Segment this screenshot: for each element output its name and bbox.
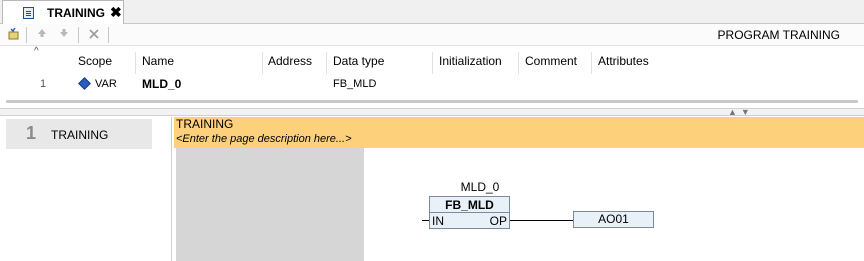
splitter-arrows-icon[interactable]: ▲▼ <box>728 107 754 117</box>
page-outline: 1 TRAINING <box>0 117 172 261</box>
column-header-data-type[interactable]: Data type <box>333 54 384 68</box>
input-wire[interactable] <box>422 220 429 221</box>
column-divider[interactable] <box>326 52 327 74</box>
fb-input-pin[interactable]: IN <box>432 214 444 228</box>
tab-title: TRAINING <box>47 6 105 20</box>
column-header-comment[interactable]: Comment <box>525 54 577 68</box>
page-name: TRAINING <box>51 128 109 142</box>
program-icon <box>23 7 34 19</box>
close-icon[interactable]: ✖ <box>110 4 122 20</box>
delete-icon[interactable] <box>86 27 102 43</box>
output-wire[interactable] <box>510 220 573 221</box>
horizontal-scrollbar[interactable] <box>6 100 858 103</box>
row-name[interactable]: MLD_0 <box>142 77 181 91</box>
move-up-icon[interactable] <box>34 27 50 43</box>
toolbar-separator <box>78 27 79 43</box>
move-down-icon[interactable] <box>56 27 72 43</box>
row-number: 1 <box>40 78 47 90</box>
sort-indicator[interactable]: ^ <box>34 46 39 57</box>
column-header-attributes[interactable]: Attributes <box>598 54 649 68</box>
page-title[interactable]: TRAINING <box>176 117 233 131</box>
tab-training[interactable]: TRAINING ✖ <box>2 0 124 24</box>
output-variable[interactable]: AO01 <box>573 211 654 228</box>
fb-type-name: FB_MLD <box>445 198 494 212</box>
variable-icon <box>78 77 91 90</box>
declaration-toolbar: PROGRAM TRAINING <box>0 24 864 46</box>
auto-declare-icon[interactable] <box>6 27 22 43</box>
declaration-table: ^ Scope Name Address Data type Initializ… <box>0 46 864 110</box>
fbd-canvas[interactable]: MLD_0 FB_MLD IN OP AO01 <box>174 148 864 261</box>
editor-tabstrip: TRAINING ✖ <box>0 0 864 24</box>
page-number: 1 <box>26 123 37 143</box>
program-label: PROGRAM TRAINING <box>717 28 840 42</box>
page-description[interactable]: <Enter the page description here...> <box>176 133 352 145</box>
table-row[interactable]: 1 VAR MLD_0 FB_MLD <box>0 76 864 94</box>
toolbar-separator <box>26 27 27 43</box>
column-header-name[interactable]: Name <box>142 54 174 68</box>
fb-divider <box>430 212 509 213</box>
page-header[interactable]: TRAINING <Enter the page description her… <box>174 117 864 148</box>
column-header-address[interactable]: Address <box>268 54 312 68</box>
fb-instance-name[interactable]: MLD_0 <box>450 180 510 194</box>
column-divider[interactable] <box>518 52 519 74</box>
column-divider[interactable] <box>591 52 592 74</box>
toolbar-separator <box>108 27 109 43</box>
function-block[interactable]: FB_MLD IN OP <box>429 196 510 229</box>
column-divider[interactable] <box>432 52 433 74</box>
column-divider[interactable] <box>262 52 263 74</box>
column-header-initialization[interactable]: Initialization <box>439 54 502 68</box>
row-data-type[interactable]: FB_MLD <box>333 78 376 90</box>
row-scope[interactable]: VAR <box>95 78 117 90</box>
pane-splitter[interactable]: ▲▼ <box>0 107 864 117</box>
outline-page-item[interactable]: 1 TRAINING <box>6 119 152 149</box>
column-divider[interactable] <box>135 52 136 74</box>
fb-output-pin[interactable]: OP <box>490 214 507 228</box>
page-margin-area <box>176 148 364 261</box>
column-header-scope[interactable]: Scope <box>78 54 112 68</box>
